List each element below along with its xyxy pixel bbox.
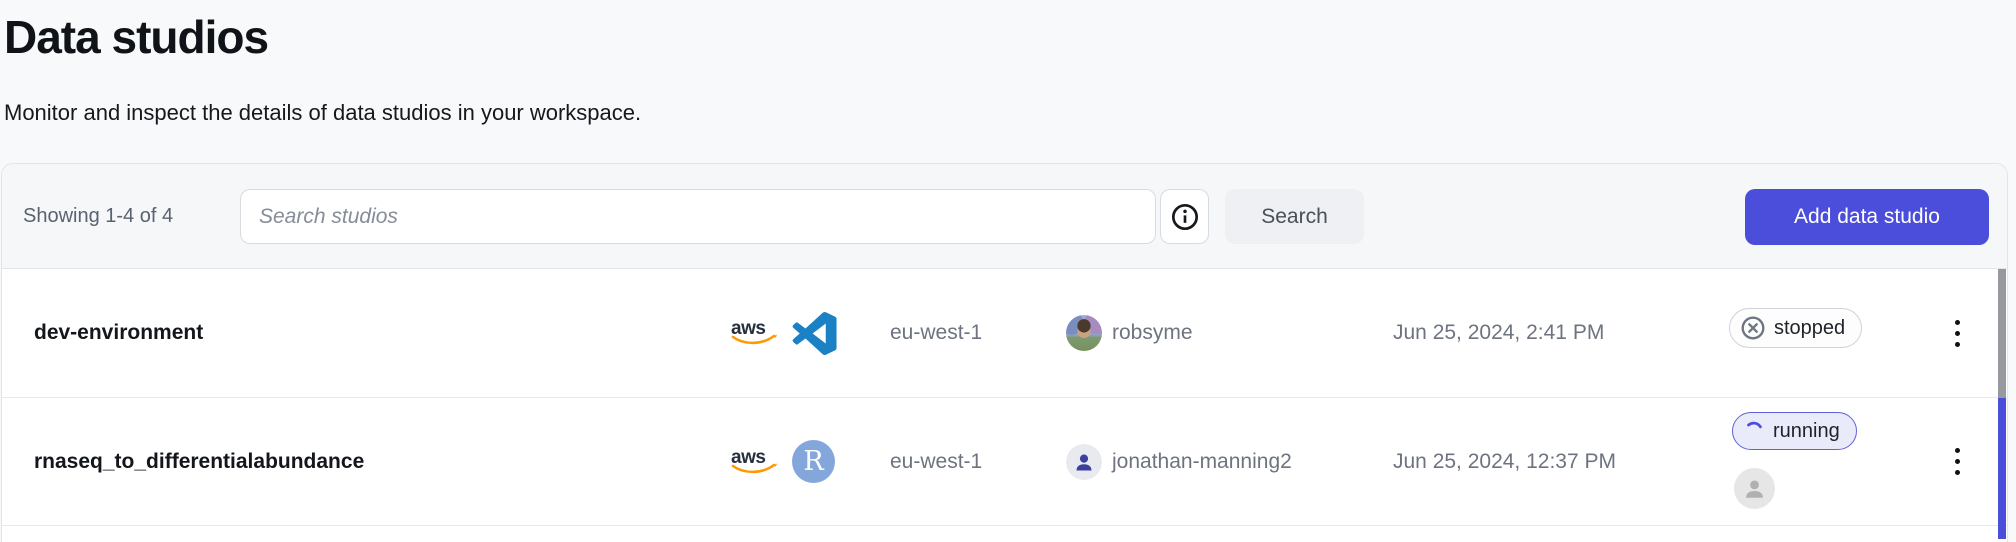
add-data-studio-button[interactable]: Add data studio (1745, 189, 1989, 245)
showing-count: Showing 1-4 of 4 (23, 164, 173, 268)
aws-logo-text: aws (731, 318, 765, 339)
user-cell: jonathan-manning2 (1066, 398, 1292, 525)
aws-logo-icon: aws (730, 316, 780, 350)
aws-logo-icon: aws (730, 445, 780, 479)
aws-logo-text: aws (731, 447, 765, 468)
person-icon (1741, 475, 1768, 502)
person-icon (1072, 450, 1096, 474)
search-info-button[interactable] (1160, 189, 1209, 244)
table-row[interactable]: rnaseq_to_differentialabundance aws R eu… (2, 398, 2007, 526)
search-input[interactable] (240, 189, 1156, 244)
scrollbar-thumb[interactable] (1998, 269, 2006, 398)
region-label: eu-west-1 (890, 398, 982, 525)
studio-environment-icons: aws R (730, 398, 835, 525)
scrollbar-thumb-active[interactable] (1998, 398, 2006, 539)
row-menu-button[interactable] (1946, 398, 1968, 525)
info-circle-icon (1171, 203, 1199, 231)
x-circle-icon (1740, 315, 1766, 341)
studios-table: dev-environment aws eu-west-1 robsyme Ju… (2, 269, 2007, 542)
studio-name[interactable]: rnaseq_to_differentialabundance (34, 398, 364, 525)
kebab-icon (1955, 448, 1960, 475)
region-label: eu-west-1 (890, 269, 982, 397)
vscode-icon (792, 311, 837, 356)
anonymous-avatar (1734, 468, 1775, 509)
search-button[interactable]: Search (1225, 189, 1364, 244)
table-row (2, 526, 2007, 542)
status-label: stopped (1774, 317, 1845, 340)
status-badge: stopped (1729, 308, 1862, 348)
studios-panel: Showing 1-4 of 4 Search Add data studio … (1, 163, 2008, 542)
row-menu-button[interactable] (1946, 269, 1968, 397)
page-title: Data studios (4, 10, 268, 64)
created-date: Jun 25, 2024, 2:41 PM (1393, 269, 1604, 397)
spinner-icon (1743, 420, 1765, 442)
kebab-icon (1955, 320, 1960, 347)
user-name: jonathan-manning2 (1112, 450, 1292, 474)
created-date: Jun 25, 2024, 12:37 PM (1393, 398, 1616, 525)
studio-name[interactable]: dev-environment (34, 269, 203, 397)
user-avatar (1066, 444, 1102, 480)
status-label: running (1773, 420, 1840, 443)
r-letter: R (803, 446, 823, 477)
user-cell: robsyme (1066, 269, 1193, 397)
table-row[interactable]: dev-environment aws eu-west-1 robsyme Ju… (2, 269, 2007, 398)
user-name: robsyme (1112, 321, 1193, 345)
user-avatar (1066, 315, 1102, 351)
page-subtitle: Monitor and inspect the details of data … (4, 100, 641, 126)
studio-environment-icons: aws (730, 269, 837, 397)
r-studio-icon: R (792, 440, 835, 483)
status-badge: running (1732, 412, 1857, 450)
toolbar: Showing 1-4 of 4 Search Add data studio (2, 164, 2007, 269)
